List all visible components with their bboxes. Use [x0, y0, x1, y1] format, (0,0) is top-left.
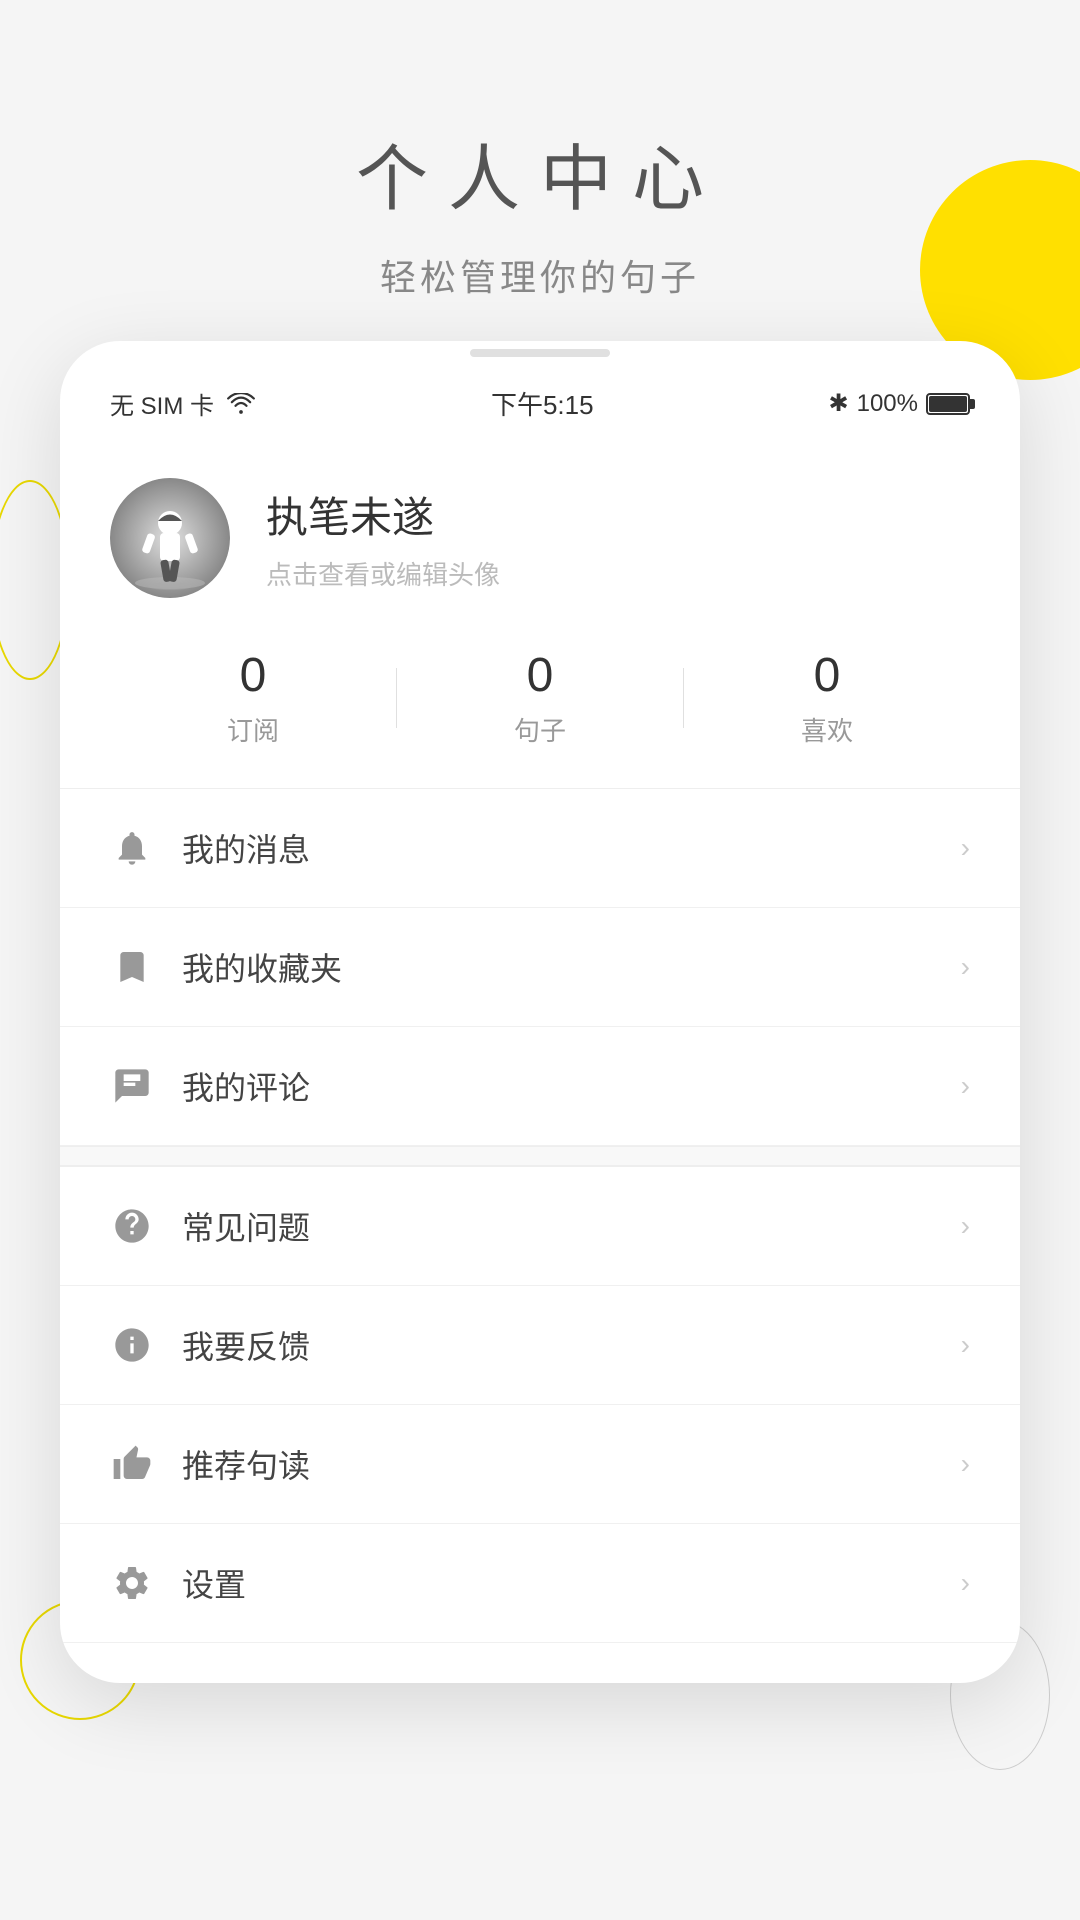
profile-info: 执笔未遂 点击查看或编辑头像 — [266, 484, 500, 592]
menu-faq-arrow: › — [961, 1210, 970, 1242]
status-bar: 无 SIM 卡 下午5:15 ✱ 100% — [60, 361, 1020, 438]
menu-group-1: 我的消息 › 我的收藏夹 › 我的评论 › — [60, 788, 1020, 1146]
status-right: ✱ 100% — [829, 389, 971, 418]
stat-subscribe[interactable]: 0 订阅 — [110, 648, 396, 748]
menu-recommend-arrow: › — [961, 1448, 970, 1480]
menu-messages-arrow: › — [961, 832, 970, 864]
menu-favorites-label: 我的收藏夹 — [182, 944, 961, 990]
menu-settings-label: 设置 — [182, 1560, 961, 1606]
menu-settings-arrow: › — [961, 1567, 970, 1599]
section-gap — [60, 1146, 1020, 1166]
stat-like-value: 0 — [814, 648, 841, 703]
bell-icon — [110, 826, 154, 870]
bluetooth-icon: ✱ — [829, 389, 849, 418]
phone-mockup: 无 SIM 卡 下午5:15 ✱ 100% — [60, 341, 1020, 1683]
page-subtitle: 轻松管理你的句子 — [0, 249, 1080, 301]
menu-comments-label: 我的评论 — [182, 1063, 961, 1109]
stats-section: 0 订阅 0 句子 0 喜欢 — [60, 628, 1020, 778]
stat-sentence-label: 句子 — [514, 711, 566, 748]
stat-subscribe-value: 0 — [240, 648, 267, 703]
status-time: 下午5:15 — [491, 385, 594, 422]
notch-pill — [470, 349, 610, 357]
menu-feedback-label: 我要反馈 — [182, 1322, 961, 1368]
menu-item-feedback[interactable]: 我要反馈 › — [60, 1286, 1020, 1405]
battery-percent: 100% — [857, 390, 918, 418]
menu-item-messages[interactable]: 我的消息 › — [60, 789, 1020, 908]
menu-item-comments[interactable]: 我的评论 › — [60, 1027, 1020, 1146]
page-title: 个人中心 — [0, 120, 1080, 225]
battery-icon — [926, 393, 970, 415]
profile-hint: 点击查看或编辑头像 — [266, 555, 500, 592]
menu-faq-label: 常见问题 — [182, 1203, 961, 1249]
menu-item-favorites[interactable]: 我的收藏夹 › — [60, 908, 1020, 1027]
menu-comments-arrow: › — [961, 1070, 970, 1102]
stat-like-label: 喜欢 — [801, 711, 853, 748]
question-icon — [110, 1204, 154, 1248]
menu-group-2: 常见问题 › 我要反馈 › 推荐句读 › — [60, 1166, 1020, 1643]
avatar[interactable] — [110, 478, 230, 598]
stat-sentence[interactable]: 0 句子 — [397, 648, 683, 748]
stat-like[interactable]: 0 喜欢 — [684, 648, 970, 748]
comment-icon — [110, 1064, 154, 1108]
profile-name: 执笔未遂 — [266, 484, 500, 545]
stat-subscribe-label: 订阅 — [227, 711, 279, 748]
battery-fill — [929, 396, 967, 412]
wifi-icon — [226, 393, 256, 415]
menu-feedback-arrow: › — [961, 1329, 970, 1361]
notch-bar — [60, 341, 1020, 361]
stat-sentence-value: 0 — [527, 648, 554, 703]
menu-messages-label: 我的消息 — [182, 825, 961, 871]
gear-icon — [110, 1561, 154, 1605]
profile-section[interactable]: 执笔未遂 点击查看或编辑头像 — [60, 438, 1020, 628]
info-icon — [110, 1323, 154, 1367]
thumbup-icon — [110, 1442, 154, 1486]
menu-item-faq[interactable]: 常见问题 › — [60, 1167, 1020, 1286]
avatar-image — [110, 478, 230, 598]
bookmark-icon — [110, 945, 154, 989]
sim-label: 无 SIM 卡 — [110, 386, 214, 421]
header-section: 个人中心 轻松管理你的句子 — [0, 0, 1080, 341]
menu-recommend-label: 推荐句读 — [182, 1441, 961, 1487]
menu-favorites-arrow: › — [961, 951, 970, 983]
menu-item-settings[interactable]: 设置 › — [60, 1524, 1020, 1643]
battery-body — [926, 393, 970, 415]
status-left: 无 SIM 卡 — [110, 386, 256, 421]
menu-item-recommend[interactable]: 推荐句读 › — [60, 1405, 1020, 1524]
